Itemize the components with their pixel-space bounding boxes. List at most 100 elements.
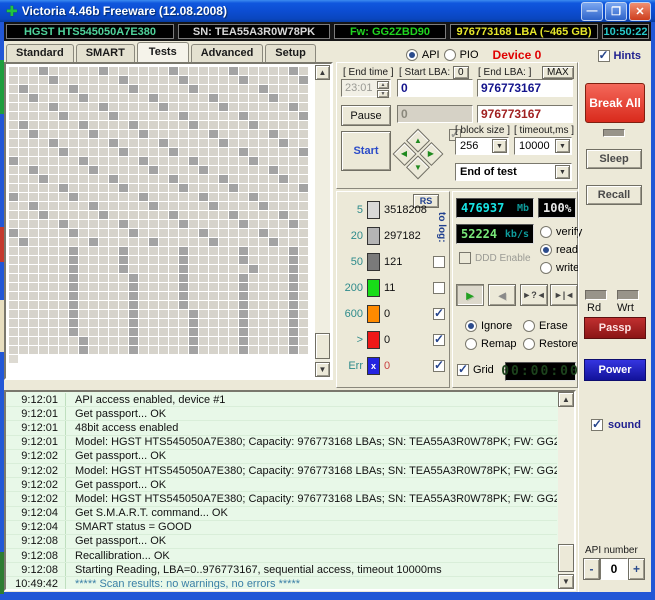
tab-advanced[interactable]: Advanced	[190, 44, 264, 62]
scan-block	[269, 247, 278, 255]
log-scroll-thumb[interactable]	[558, 544, 574, 572]
scan-block	[139, 67, 148, 75]
write-radio[interactable]	[540, 262, 552, 274]
tab-setup[interactable]: Setup	[265, 44, 316, 62]
to-log-checkbox[interactable]	[433, 281, 445, 294]
scroll-down-icon[interactable]: ▼	[558, 574, 574, 589]
scan-block	[139, 247, 148, 255]
timeout-dropdown[interactable]: 10000 ▼	[514, 137, 572, 155]
scan-block-slow	[179, 76, 188, 84]
log-scrollbar[interactable]: ▲ ▼	[558, 392, 574, 589]
break-all-button[interactable]: Break All	[585, 83, 645, 123]
close-button[interactable]: ✕	[629, 1, 651, 21]
scan-block	[49, 274, 58, 282]
seek-question-button[interactable]: ►?◄	[520, 284, 548, 306]
scan-block	[159, 337, 168, 345]
dropdown-arrow-icon[interactable]: ▼	[492, 139, 507, 153]
title-bar[interactable]: ✚ Victoria 4.46b Freeware (12.08.2008) —…	[0, 0, 655, 22]
log-message: ***** Scan results: no warnings, no erro…	[75, 578, 301, 589]
zero-button[interactable]: 0	[453, 66, 469, 79]
scan-block	[209, 283, 218, 291]
scan-block	[169, 76, 178, 84]
scan-block	[79, 67, 88, 75]
restore-radio[interactable]	[523, 338, 535, 350]
end-lba-input[interactable]: 976773167	[477, 79, 573, 97]
scan-block	[89, 193, 98, 201]
grid-scroll-thumb[interactable]	[315, 333, 330, 359]
grid-scrollbar[interactable]: ▲ ▼	[315, 65, 330, 377]
arrow-right-icon: ▶	[428, 149, 435, 158]
sound-checkbox[interactable]	[591, 417, 603, 431]
max-button[interactable]: MAX	[542, 66, 574, 79]
scroll-down-icon[interactable]: ▼	[315, 362, 330, 377]
seek-end-button[interactable]: ►|◄	[550, 284, 578, 306]
scan-block-slow	[89, 166, 98, 174]
scan-block	[49, 202, 58, 210]
to-log-checkbox[interactable]	[433, 306, 445, 320]
scan-block	[59, 328, 68, 336]
scan-block	[249, 238, 258, 246]
scan-block	[79, 292, 88, 300]
hints-checkbox[interactable]	[597, 48, 610, 62]
minimize-button[interactable]: —	[581, 1, 603, 21]
scan-block-slow	[119, 148, 128, 156]
scan-block	[239, 211, 248, 219]
end-time-spinner[interactable]: 23:01 ▲ ▼	[341, 79, 391, 98]
remap-radio[interactable]	[465, 338, 477, 350]
log-row: 9:12:08 Get passport... OK	[6, 534, 557, 550]
back-button[interactable]: ◄	[488, 284, 516, 306]
ignore-radio[interactable]	[465, 320, 477, 332]
scan-block	[219, 229, 228, 237]
scan-block	[169, 139, 178, 147]
dropdown-arrow-icon[interactable]: ▼	[555, 139, 570, 153]
api-radio[interactable]	[405, 49, 418, 61]
start-lba-input[interactable]: 0	[397, 79, 473, 97]
maximize-button[interactable]: ❐	[605, 1, 627, 21]
tab-smart[interactable]: SMART	[75, 44, 135, 62]
scan-block	[59, 337, 68, 345]
scan-block	[229, 346, 238, 354]
scan-block	[229, 256, 238, 264]
power-button[interactable]: Power	[584, 359, 646, 381]
scan-block	[139, 85, 148, 93]
start-button[interactable]: Start	[341, 131, 391, 171]
scan-block	[229, 112, 238, 120]
scan-block	[119, 211, 128, 219]
spin-down-icon[interactable]: ▼	[377, 90, 389, 98]
sleep-button[interactable]: Sleep	[586, 149, 642, 169]
play-button[interactable]: ►	[456, 284, 484, 306]
scan-block	[209, 301, 218, 309]
api-plus-button[interactable]: +	[628, 558, 645, 580]
end-action-dropdown[interactable]: End of test ▼	[455, 163, 572, 181]
scan-block	[39, 265, 48, 273]
dropdown-arrow-icon[interactable]: ▼	[555, 165, 570, 179]
to-log-checkbox[interactable]	[433, 332, 445, 346]
passp-button[interactable]: Passp	[584, 317, 646, 339]
erase-radio[interactable]	[523, 320, 535, 332]
read-radio[interactable]	[540, 244, 552, 256]
scan-block	[79, 238, 88, 246]
spinner-arrows[interactable]: ▲ ▼	[377, 81, 389, 98]
scan-block	[99, 193, 108, 201]
scroll-up-icon[interactable]: ▲	[315, 65, 330, 80]
to-log-checkbox[interactable]	[433, 358, 445, 372]
tab-standard[interactable]: Standard	[6, 44, 74, 62]
log-row: 9:12:02 Model: HGST HTS545050A7E380; Capa…	[6, 463, 557, 479]
to-log-checkbox[interactable]	[433, 255, 445, 268]
scan-block	[39, 247, 48, 255]
pio-radio[interactable]	[443, 49, 456, 61]
pause-button[interactable]: Pause	[341, 105, 391, 126]
scan-block	[279, 229, 288, 237]
scan-block	[269, 220, 278, 228]
api-minus-button[interactable]: -	[583, 558, 600, 580]
scan-block-slow	[179, 301, 188, 309]
grid-checkbox[interactable]	[457, 362, 469, 376]
verify-radio[interactable]	[540, 226, 552, 238]
block-size-dropdown[interactable]: 256 ▼	[455, 137, 509, 155]
scroll-up-icon[interactable]: ▲	[558, 392, 574, 407]
read-option: read	[540, 244, 578, 256]
scan-block	[209, 256, 218, 264]
tab-tests[interactable]: Tests	[136, 42, 189, 62]
spin-up-icon[interactable]: ▲	[377, 81, 389, 89]
recall-button[interactable]: Recall	[586, 185, 642, 205]
